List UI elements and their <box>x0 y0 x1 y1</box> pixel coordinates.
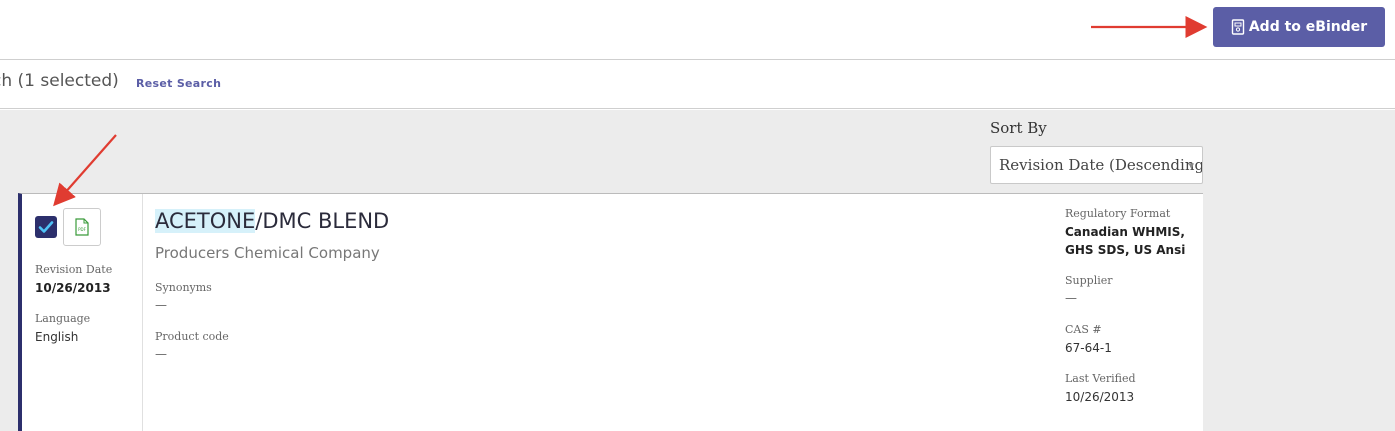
sort-by-select[interactable]: Revision Date (Descending) ▾ <box>990 146 1203 184</box>
svg-text:PDF: PDF <box>78 227 86 232</box>
regulatory-format-line1: Canadian WHMIS, <box>1065 225 1185 239</box>
last-verified-label: Last Verified <box>1065 372 1136 385</box>
reset-search-link[interactable]: Reset Search <box>136 77 221 90</box>
supplier-label: Supplier <box>1065 274 1113 287</box>
sort-by-value: Revision Date (Descending) <box>999 156 1203 174</box>
revision-date-label: Revision Date <box>35 263 113 276</box>
add-to-ebinder-button[interactable]: Add to eBinder <box>1213 7 1385 47</box>
result-card-meta: PDF Revision Date 10/26/2013 Language En… <box>22 194 143 431</box>
product-name-rest: /DMC BLEND <box>255 209 390 233</box>
product-code-value: — <box>155 347 167 361</box>
binder-icon <box>1231 19 1245 35</box>
product-code-label: Product code <box>155 330 229 343</box>
revision-date-value: 10/26/2013 <box>35 281 111 295</box>
view-sds-document-button[interactable]: PDF <box>63 208 101 246</box>
result-card: PDF Revision Date 10/26/2013 Language En… <box>18 193 1203 431</box>
select-result-checkbox[interactable] <box>35 216 57 238</box>
checkmark-icon <box>38 221 54 233</box>
product-name-highlight: ACETONE <box>155 209 256 233</box>
language-value: English <box>35 330 79 344</box>
results-area: Sort By Revision Date (Descending) ▾ PDF… <box>0 110 1395 431</box>
company-name: Producers Chemical Company <box>155 244 380 262</box>
synonyms-value: — <box>155 298 167 312</box>
last-verified-value: 10/26/2013 <box>1065 390 1135 404</box>
sort-by-label: Sort By <box>990 119 1047 137</box>
synonyms-label: Synonyms <box>155 281 212 294</box>
product-name-link[interactable]: ACETONE/DMC BLEND <box>155 209 389 233</box>
search-summary-bar: ch (1 selected) Reset Search <box>0 60 1395 109</box>
pdf-document-icon: PDF <box>75 218 89 236</box>
regulatory-format-label: Regulatory Format <box>1065 207 1171 220</box>
chevron-down-icon: ▾ <box>1188 159 1194 172</box>
search-summary: ch (1 selected) <box>0 71 119 91</box>
supplier-value: — <box>1065 291 1077 305</box>
add-to-ebinder-label: Add to eBinder <box>1248 19 1368 35</box>
cas-number-value: 67-64-1 <box>1065 341 1112 355</box>
cas-number-label: CAS # <box>1065 323 1102 336</box>
top-bar: Add to eBinder <box>0 0 1395 60</box>
language-label: Language <box>35 312 91 325</box>
regulatory-format-line2: GHS SDS, US Ansi <box>1065 243 1186 257</box>
